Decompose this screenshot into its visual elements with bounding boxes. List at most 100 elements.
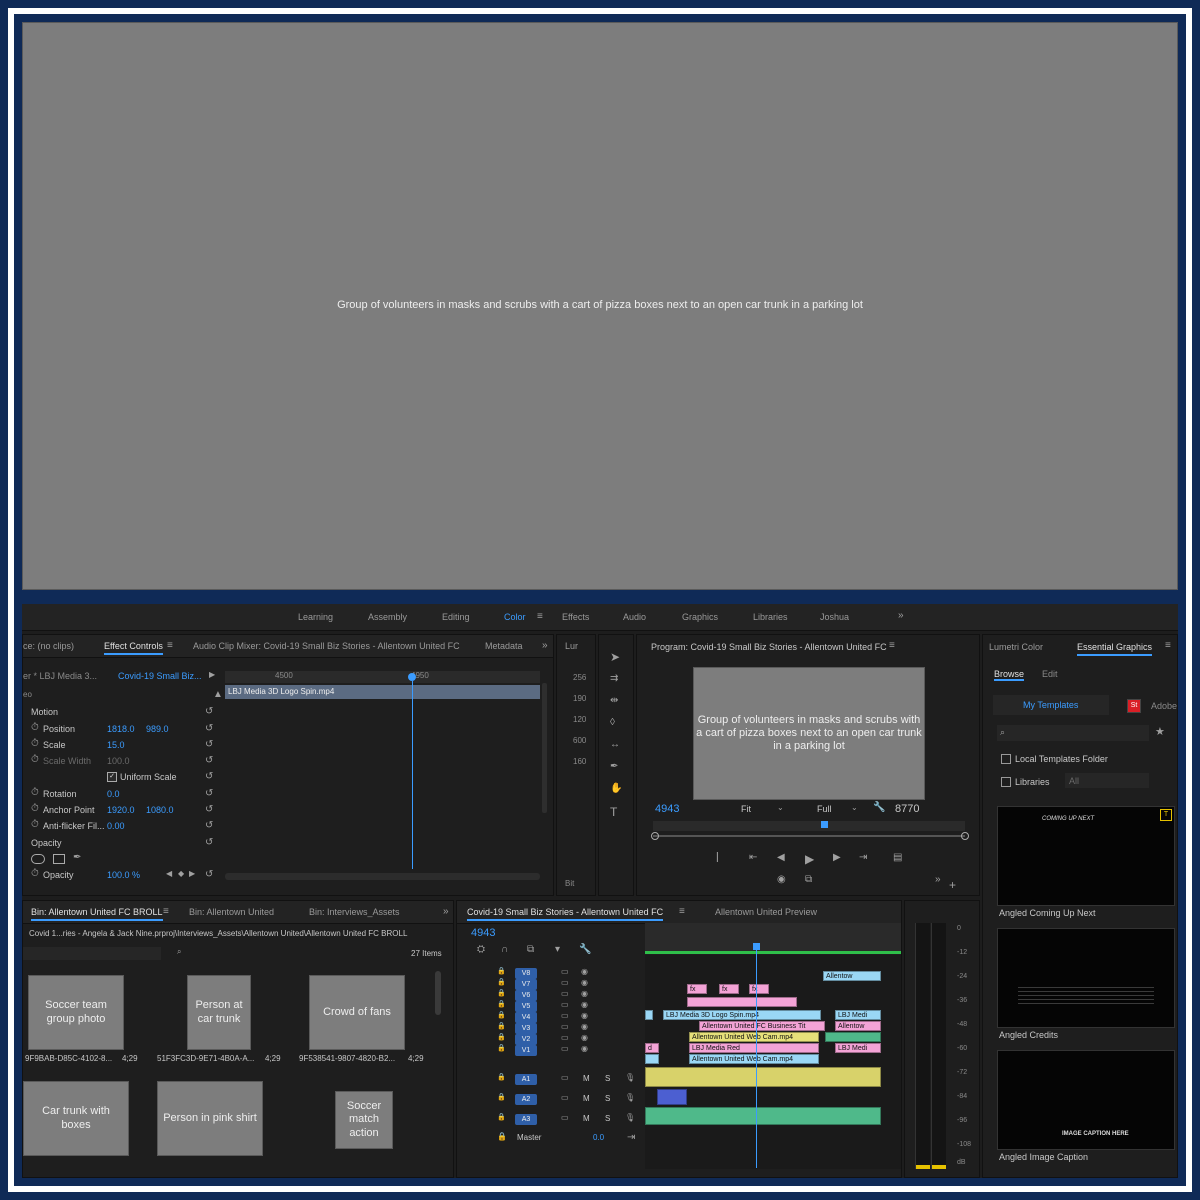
scale-value[interactable]: 15.0 [107,740,125,750]
track-lock-icon[interactable]: 🔒 [497,1114,506,1121]
clip-fx-v7-3[interactable]: fx [749,984,769,994]
rectangle-mask-icon[interactable] [53,854,65,864]
anchor-x[interactable]: 1920.0 [107,805,135,815]
solo-button[interactable]: S [605,1074,610,1083]
add-keyframe-icon[interactable]: ◆ [178,870,184,878]
mute-button[interactable]: M [583,1114,590,1123]
reset-scale-width-icon[interactable]: ↺ [205,756,213,766]
reset-scale-icon[interactable]: ↺ [205,740,213,750]
more-tabs-icon[interactable]: » [542,641,548,651]
workspace-menu-icon[interactable]: ≡ [537,612,543,622]
bin-menu-icon[interactable]: ≡ [163,907,169,917]
tab-sequence-preview[interactable]: Allentown United Preview [715,907,817,917]
adobe-tab[interactable]: Adobe [1151,701,1177,711]
workspace-graphics[interactable]: Graphics [682,612,718,622]
antiflicker-value[interactable]: 0.00 [107,821,125,831]
program-playhead-icon[interactable] [821,821,828,828]
eye-icon[interactable]: ◉ [581,1001,588,1009]
template-coming-up-next[interactable]: COMING UP NEXT T [997,806,1175,906]
bin-thumb-4[interactable]: Car trunk with boxes [23,1081,129,1156]
program-zoom-bar[interactable] [653,835,965,837]
ec-horizontal-scrollbar[interactable] [225,873,540,880]
workspace-assembly[interactable]: Assembly [368,612,407,622]
track-lock-icon[interactable]: 🔒 [497,1045,506,1052]
scope-footer[interactable]: Bit [565,879,574,888]
timeline-settings-icon[interactable]: 🔧 [579,945,591,955]
bin-thumb-5[interactable]: Person in pink shirt [157,1081,263,1156]
clip-v5-edge[interactable] [645,1010,653,1020]
go-to-out-icon[interactable]: ⇥ [859,853,867,863]
zoom-handle-right-icon[interactable] [961,832,969,840]
program-menu-icon[interactable]: ≡ [889,641,895,651]
program-preview-image[interactable]: Group of volunteers in masks and scrubs … [693,667,925,800]
quality-select[interactable]: Full [817,804,832,814]
reset-anchor-icon[interactable]: ↺ [205,805,213,815]
stopwatch-opacity-icon[interactable]: ⏱ [31,869,39,879]
slip-tool-icon[interactable]: ↔ [610,740,620,750]
more-workspaces-icon[interactable]: » [898,611,904,621]
track-sync-icon[interactable]: ▭ [561,990,569,998]
nest-toggle-icon[interactable]: ⛭ [477,945,485,955]
clip-v6[interactable] [687,997,797,1007]
zoom-handle-left-icon[interactable] [651,832,659,840]
bin-thumb-2[interactable]: Person at car trunk [187,975,251,1050]
template-search-input[interactable]: ⌕ [997,725,1149,741]
track-sync-icon[interactable]: ▭ [561,1045,569,1053]
master-clip-label[interactable]: er * LBJ Media 3... [23,671,97,681]
fit-select[interactable]: Fit [741,804,751,814]
add-marker-icon[interactable]: ▾ [555,945,560,955]
prev-keyframe-icon[interactable]: ◀ [166,870,172,878]
track-target[interactable]: A1 [515,1074,537,1085]
reset-motion-icon[interactable]: ↺ [205,707,213,717]
mute-button[interactable]: M [583,1074,590,1083]
ripple-edit-tool-icon[interactable]: ⇹ [610,696,618,706]
clip-allentow-v8[interactable]: Allentow [823,971,881,981]
clip-allentow-v4[interactable]: Allentow [835,1021,881,1031]
fit-chevron-icon[interactable]: ⌄ [777,804,784,812]
mic-icon[interactable]: 🎙 [625,1114,635,1122]
stopwatch-rotation-icon[interactable]: ⏱ [31,788,39,798]
timeline-playhead-icon[interactable] [753,943,760,950]
pen-mask-icon[interactable]: ✒ [73,853,81,863]
tab-essential-graphics[interactable]: Essential Graphics [1077,642,1153,656]
position-y[interactable]: 989.0 [146,724,169,734]
clip-lbj-medi-v2[interactable]: LBJ Medi [835,1043,881,1053]
clip-audio-a2[interactable] [657,1089,687,1105]
workspace-audio[interactable]: Audio [623,612,646,622]
clip-webcam-v1[interactable]: Allentown United Web Cam.mp4 [689,1054,819,1064]
favorites-star-icon[interactable]: ★ [1155,727,1165,738]
clip-v3-green[interactable] [825,1032,881,1042]
tab-metadata[interactable]: Metadata [485,641,523,651]
template-image-caption[interactable]: IMAGE CAPTION HERE [997,1050,1175,1150]
razor-tool-icon[interactable]: ◊ [610,718,615,728]
next-keyframe-icon[interactable]: ▶ [189,870,195,878]
track-sync-icon[interactable]: ▭ [561,1001,569,1009]
stopwatch-antiflicker-icon[interactable]: ⏱ [31,820,39,830]
mic-icon[interactable]: 🎙 [625,1074,635,1082]
clip-lbj-red[interactable]: LBJ Media Red [689,1043,819,1053]
audio-track-a3[interactable]: 🔒 A3 ▭ M S 🎙 [457,1113,645,1126]
reset-opacity-section-icon[interactable]: ↺ [205,838,213,848]
clip-bar[interactable]: LBJ Media 3D Logo Spin.mp4 [225,685,540,699]
linked-selection-icon[interactable]: ⧉ [527,945,534,955]
track-target[interactable]: A2 [515,1094,537,1105]
program-scrub-bar[interactable] [653,821,965,831]
track-select-tool-icon[interactable]: ⇉ [610,674,618,684]
track-lock-icon[interactable]: 🔒 [497,1094,506,1101]
clip-biz-title[interactable]: Allentown United FC Business Tit [699,1021,825,1031]
camera-icon[interactable]: ◉ [777,875,786,885]
tab-sequence-main[interactable]: Covid-19 Small Biz Stories - Allentown U… [467,907,664,921]
position-x[interactable]: 1818.0 [107,724,135,734]
stopwatch-position-icon[interactable]: ⏱ [31,723,39,733]
libraries-select[interactable]: All [1065,773,1149,788]
type-tool-icon[interactable]: T [610,806,617,818]
solo-button[interactable]: S [605,1114,610,1123]
tab-source[interactable]: ce: (no clips) [23,641,74,651]
opacity-value[interactable]: 100.0 % [107,870,140,880]
mic-icon[interactable]: 🎙 [625,1094,635,1102]
tab-bin-allentown[interactable]: Bin: Allentown United [189,907,274,917]
program-title[interactable]: Program: Covid-19 Small Biz Stories - Al… [651,642,887,652]
reset-opacity-icon[interactable]: ↺ [205,870,213,880]
track-sync-icon[interactable]: ▭ [561,968,569,976]
sequence-clip-label[interactable]: Covid-19 Small Biz... [118,671,202,681]
